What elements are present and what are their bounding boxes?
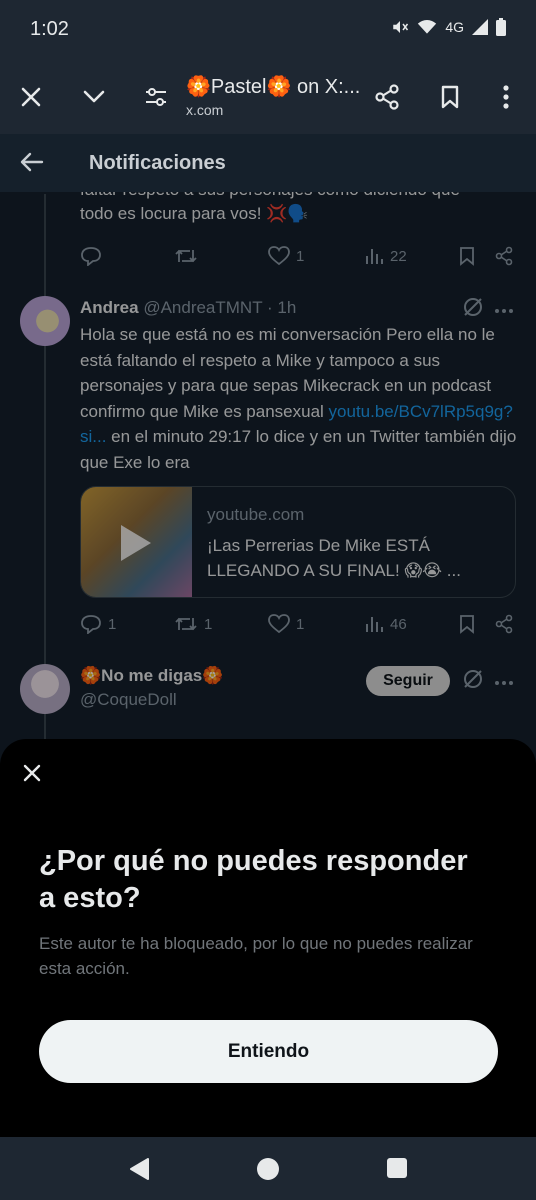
recents-square-icon[interactable] bbox=[386, 1157, 408, 1184]
wifi-icon bbox=[418, 20, 437, 34]
status-bar: 1:02 4G bbox=[0, 0, 536, 60]
page-url: x.com bbox=[186, 102, 224, 118]
signal-icon bbox=[472, 19, 488, 35]
header-title: Notificaciones bbox=[89, 152, 226, 174]
more-vert-icon[interactable] bbox=[491, 82, 521, 112]
close-icon[interactable] bbox=[16, 82, 46, 112]
page-settings-icon[interactable] bbox=[141, 82, 171, 112]
close-icon[interactable] bbox=[18, 759, 46, 787]
sheet-description: Este autor te ha bloqueado, por lo que n… bbox=[39, 934, 473, 978]
sheet-title: ¿Por qué no puedes responder a esto? bbox=[39, 845, 468, 914]
bookmark-icon[interactable] bbox=[435, 82, 465, 112]
status-time: 1:02 bbox=[30, 18, 69, 40]
page-title: 🏵️Pastel🏵️ on X:... bbox=[186, 76, 361, 98]
bottom-sheet: ¿Por qué no puedes responder a esto? Est… bbox=[0, 739, 536, 1137]
network-type: 4G bbox=[445, 19, 464, 35]
battery-icon bbox=[496, 18, 506, 36]
chevron-down-icon[interactable] bbox=[79, 82, 109, 112]
system-nav-bar bbox=[0, 1137, 536, 1200]
page-header: Notificaciones bbox=[0, 134, 536, 192]
back-arrow-icon[interactable] bbox=[20, 152, 44, 177]
share-icon[interactable] bbox=[372, 82, 402, 112]
home-circle-icon[interactable] bbox=[256, 1157, 280, 1186]
back-triangle-icon[interactable] bbox=[128, 1157, 150, 1186]
understood-button[interactable]: Entiendo bbox=[39, 1020, 498, 1083]
status-icons: 4G bbox=[391, 18, 506, 36]
browser-toolbar: 🏵️Pastel🏵️ on X:... x.com bbox=[0, 60, 536, 134]
mute-icon bbox=[393, 21, 409, 33]
